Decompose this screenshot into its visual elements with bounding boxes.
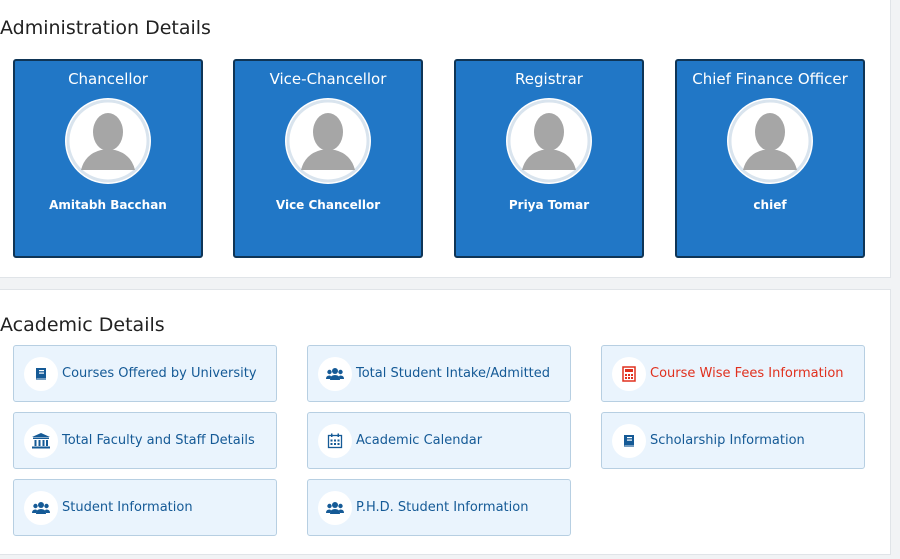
acad-link-label: Total Faculty and Staff Details bbox=[62, 433, 255, 448]
student-information-link[interactable]: Student Information bbox=[13, 479, 277, 536]
institution-icon bbox=[24, 424, 58, 458]
scholarship-link[interactable]: Scholarship Information bbox=[601, 412, 865, 469]
admin-role: Chief Finance Officer bbox=[692, 70, 848, 88]
book-icon bbox=[612, 424, 646, 458]
admin-card-chief-finance-officer[interactable]: Chief Finance Officer chief bbox=[675, 59, 865, 258]
acad-link-label: P.H.D. Student Information bbox=[356, 500, 529, 515]
acad-link-label: Academic Calendar bbox=[356, 433, 483, 448]
admin-role: Registrar bbox=[515, 70, 583, 88]
user-avatar-icon bbox=[727, 98, 813, 184]
student-intake-link[interactable]: Total Student Intake/Admitted bbox=[307, 345, 571, 402]
admin-card-vice-chancellor[interactable]: Vice-Chancellor Vice Chancellor bbox=[233, 59, 423, 258]
course-fees-link[interactable]: Course Wise Fees Information bbox=[601, 345, 865, 402]
faculty-staff-link[interactable]: Total Faculty and Staff Details bbox=[13, 412, 277, 469]
admin-card-chancellor[interactable]: Chancellor Amitabh Bacchan bbox=[13, 59, 203, 258]
admin-role: Vice-Chancellor bbox=[269, 70, 387, 88]
user-avatar-icon bbox=[285, 98, 371, 184]
admin-name: Vice Chancellor bbox=[275, 198, 381, 212]
academic-title: Academic Details bbox=[0, 314, 165, 336]
user-avatar-icon bbox=[506, 98, 592, 184]
acad-link-label: Total Student Intake/Admitted bbox=[356, 366, 551, 381]
acad-link-label: Student Information bbox=[62, 500, 193, 515]
users-icon bbox=[318, 491, 352, 525]
users-icon bbox=[318, 357, 352, 391]
admin-role: Chancellor bbox=[68, 70, 148, 88]
acad-link-label: Course Wise Fees Information bbox=[650, 366, 844, 381]
administration-title: Administration Details bbox=[0, 17, 211, 39]
phd-student-information-link[interactable]: P.H.D. Student Information bbox=[307, 479, 571, 536]
administration-panel: Administration Details Chancellor Amitab… bbox=[0, 0, 891, 278]
user-avatar-icon bbox=[65, 98, 151, 184]
calculator-icon bbox=[612, 357, 646, 391]
acad-link-label: Scholarship Information bbox=[650, 433, 805, 448]
courses-offered-link[interactable]: Courses Offered by University bbox=[13, 345, 277, 402]
admin-card-registrar[interactable]: Registrar Priya Tomar bbox=[454, 59, 644, 258]
calendar-icon bbox=[318, 424, 352, 458]
admin-name: chief bbox=[753, 198, 787, 212]
users-icon bbox=[24, 491, 58, 525]
acad-link-label: Courses Offered by University bbox=[62, 366, 257, 381]
admin-name: Priya Tomar bbox=[508, 198, 590, 212]
academic-panel: Academic Details Courses Offered by Univ… bbox=[0, 289, 891, 555]
admin-name: Amitabh Bacchan bbox=[49, 198, 167, 212]
book-icon bbox=[24, 357, 58, 391]
academic-calendar-link[interactable]: Academic Calendar bbox=[307, 412, 571, 469]
